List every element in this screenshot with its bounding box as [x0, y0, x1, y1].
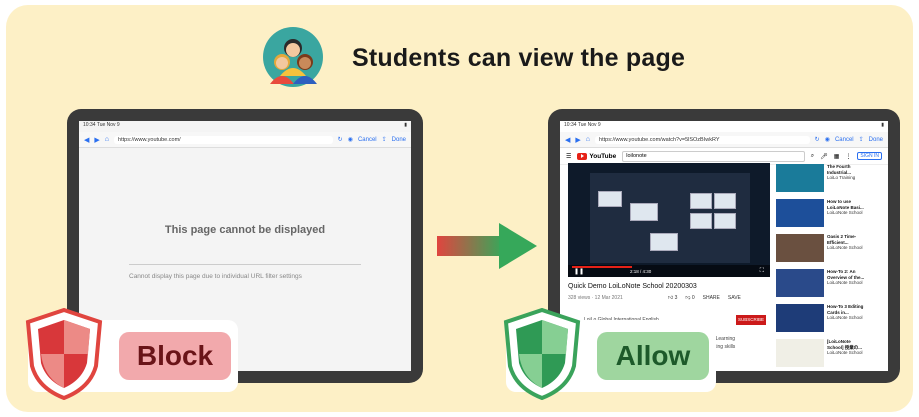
recommended-meta: LoiLoNote School: [827, 280, 863, 285]
recommended-title: The Fourth Industrial...: [827, 164, 852, 175]
recommended-video[interactable]: The Fourth Industrial... LoiLo Training: [776, 164, 867, 194]
forward-icon[interactable]: ▶: [575, 136, 580, 144]
recommended-title: Oasis 2 Time-Efficient...: [827, 234, 857, 245]
recommended-meta: LoiLo Training: [827, 175, 856, 180]
recommended-title: How-To 2: An Overview of the...: [827, 269, 865, 280]
block-shield-icon: [25, 308, 103, 400]
allow-shield-icon: [503, 308, 581, 400]
search-icon[interactable]: ⌕: [811, 153, 814, 160]
recommended-video[interactable]: How-To 3 Editing Cards in... LoiLoNote Sc…: [776, 304, 867, 334]
camera-icon[interactable]: ◉: [348, 136, 353, 143]
pause-icon[interactable]: ❚❚: [574, 268, 584, 275]
video-thumbnail: [776, 339, 824, 367]
students-group-icon: [263, 27, 323, 87]
youtube-logo-text: YouTube: [589, 152, 617, 160]
video-title: Quick Demo LoiLoNote School 20200303: [568, 283, 697, 290]
video-frame: [590, 173, 750, 263]
cancel-button[interactable]: Cancel: [835, 137, 854, 143]
divider: [129, 264, 361, 265]
recommended-title: [LoiLoNote School] 授業の...: [827, 339, 862, 350]
video-time: 2:18 / 4:30: [630, 269, 652, 274]
youtube-play-icon: [577, 152, 588, 160]
forward-icon[interactable]: ▶: [94, 136, 99, 144]
status-time: 10:34: [83, 122, 96, 128]
dislike-count: 0: [691, 295, 695, 301]
recommended-video[interactable]: How to use LoiLoNote Basi... LoiLoNote Sc…: [776, 199, 867, 229]
allow-label: Allow: [597, 332, 709, 380]
subscribe-button[interactable]: SUBSCRIBE: [736, 315, 766, 325]
mic-icon[interactable]: 🎤︎: [820, 153, 828, 160]
video-thumbnail: [776, 199, 824, 227]
video-card: [690, 213, 712, 229]
status-time: 10:34: [564, 122, 577, 128]
video-card: [630, 203, 658, 221]
cancel-button[interactable]: Cancel: [358, 137, 377, 143]
video-thumbnail: [776, 304, 824, 332]
status-bar: 10:34 Tue Nov 9 ▮: [560, 121, 888, 132]
menu-icon[interactable]: ☰: [566, 153, 571, 160]
video-card: [690, 193, 712, 209]
share-icon[interactable]: ⇪: [382, 136, 387, 143]
back-icon[interactable]: ◀: [565, 136, 570, 144]
recommended-meta: LoiLoNote School: [827, 210, 863, 215]
like-count: 3: [674, 295, 678, 301]
done-button[interactable]: Done: [869, 137, 883, 143]
recommended-video[interactable]: Oasis 2 Time-Efficient... LoiLoNote Schoo…: [776, 234, 867, 264]
url-field[interactable]: https://www.youtube.com/watch?v=5lSOzBIw…: [595, 135, 810, 144]
browser-toolbar: ◀ ▶ ⌂ https://www.youtube.com/watch?v=5l…: [560, 132, 888, 148]
recommended-meta: LoiLoNote School: [827, 245, 863, 250]
recommended-meta: LoiLoNote School: [827, 315, 863, 320]
home-icon[interactable]: ⌂: [105, 136, 109, 143]
video-controls: ❚❚ 2:18 / 4:30 ⛶: [568, 265, 770, 277]
recommended-video[interactable]: [LoiLoNote School] 授業の... LoiLoNote Schoo…: [776, 339, 867, 369]
block-label: Block: [119, 332, 231, 380]
video-card: [714, 193, 736, 209]
youtube-logo[interactable]: YouTube: [577, 152, 617, 160]
like-button[interactable]: 👍︎ 3: [668, 295, 677, 301]
save-button[interactable]: SAVE: [728, 295, 741, 301]
page-title: Students can view the page: [352, 44, 686, 72]
arrow-right-icon: [437, 223, 537, 269]
dislike-button[interactable]: 👎︎ 0: [685, 295, 694, 301]
reload-icon[interactable]: ↻: [815, 136, 820, 143]
video-player[interactable]: ❚❚ 2:18 / 4:30 ⛶: [568, 163, 770, 277]
browser-toolbar: ◀ ▶ ⌂ https://www.youtube.com/ ↻ ◉ Cance…: [79, 132, 411, 148]
done-button[interactable]: Done: [392, 137, 406, 143]
back-icon[interactable]: ◀: [84, 136, 89, 144]
fullscreen-icon[interactable]: ⛶: [760, 268, 764, 275]
blocked-message-title: This page cannot be displayed: [164, 224, 326, 236]
share-button[interactable]: SHARE: [703, 295, 720, 301]
battery-icon: ▮: [881, 122, 884, 128]
battery-icon: ▮: [404, 122, 407, 128]
video-thumbnail: [776, 269, 824, 297]
sign-in-button[interactable]: SIGN IN: [857, 152, 882, 160]
blocked-message-detail: Cannot display this page due to individu…: [129, 273, 302, 280]
share-icon[interactable]: ⇪: [859, 136, 864, 143]
search-input[interactable]: loilonote: [622, 150, 805, 162]
camera-icon[interactable]: ◉: [825, 136, 830, 143]
status-date: Tue Nov 9: [577, 122, 601, 128]
video-card: [650, 233, 678, 251]
video-actions: 👍︎ 3 👎︎ 0 SHARE SAVE: [668, 295, 741, 301]
home-icon[interactable]: ⌂: [586, 136, 590, 143]
apps-icon[interactable]: ▦: [834, 153, 840, 160]
status-date: Tue Nov 9: [96, 122, 120, 128]
video-thumbnail: [776, 234, 824, 262]
video-thumbnail: [776, 164, 824, 192]
recommended-title: How to use LoiLoNote Basi...: [827, 199, 864, 210]
status-bar: 10:34 Tue Nov 9 ▮: [79, 121, 411, 132]
recommended-title: How-To 3 Editing Cards in...: [827, 304, 864, 315]
url-field[interactable]: https://www.youtube.com/: [114, 135, 333, 144]
reload-icon[interactable]: ↻: [338, 136, 343, 143]
recommended-meta: LoiLoNote School: [827, 350, 863, 355]
more-icon[interactable]: ⋮: [845, 153, 851, 160]
video-card: [714, 213, 736, 229]
video-card: [598, 191, 622, 207]
video-meta: 328 views · 12 Mar 2021: [568, 295, 623, 301]
recommended-video[interactable]: How-To 2: An Overview of the... LoiLoNote…: [776, 269, 867, 299]
